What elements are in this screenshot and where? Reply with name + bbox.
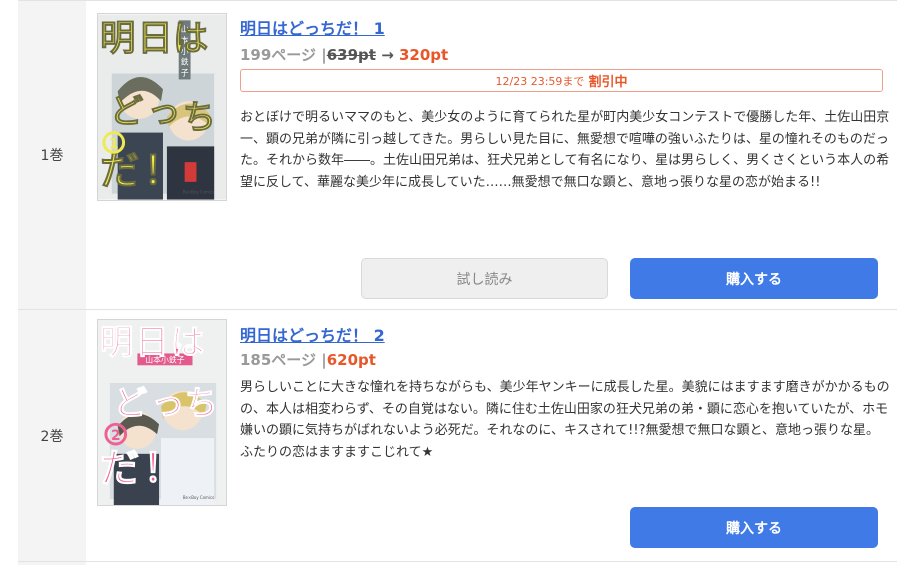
- svg-text:は: は: [173, 18, 208, 59]
- svg-text:は: は: [171, 322, 204, 361]
- book-title-link[interactable]: 明日はどっちだ！ 1: [240, 15, 385, 39]
- page-count: 199ページ: [240, 46, 317, 64]
- svg-text:ち: ち: [183, 98, 216, 137]
- sale-banner: 12/23 23:59まで 割引中: [240, 69, 883, 92]
- svg-text:Be×Boy Comics: Be×Boy Comics: [183, 495, 214, 500]
- svg-text:1: 1: [109, 136, 119, 152]
- book-cover[interactable]: 山 本 小 鉄 子 明 日 は ど っ ち だ ！ 1 Be×Boy Comic…: [97, 13, 227, 201]
- volume-row: 2巻 山本小鉄子 明 日 は ど っ ち だ ！ 2 Be×Boy Comics…: [18, 310, 897, 562]
- svg-text:ど: ど: [110, 92, 144, 131]
- svg-text:！: ！: [143, 148, 182, 194]
- svg-text:日: 日: [135, 322, 168, 361]
- volume-number: 2巻: [18, 310, 86, 561]
- svg-text:だ: だ: [100, 445, 139, 491]
- svg-text:だ: だ: [100, 148, 139, 194]
- book-cover[interactable]: 山本小鉄子 明 日 は ど っ ち だ ！ 2 Be×Boy Comics: [97, 319, 227, 506]
- svg-text:2: 2: [111, 428, 121, 444]
- book-description: 男らしいことに大きな憧れを持ちながらも、美少年ヤンキーに成長した星。美貌にはます…: [240, 380, 890, 460]
- svg-text:っ: っ: [147, 92, 180, 131]
- sale-label: 割引中: [588, 75, 628, 90]
- svg-text:明: 明: [100, 322, 133, 361]
- svg-text:ど: ど: [114, 383, 148, 422]
- sale-end-date: 12/23 23:59まで: [495, 74, 585, 88]
- book-description: おとぼけで明るいママのもと、美少女のように育てられた星が町内美少女コンテストで優…: [240, 110, 890, 190]
- cover-art: 山 本 小 鉄 子 明 日 は ど っ ち だ ！ 1 Be×Boy Comic…: [98, 14, 226, 200]
- original-price: 639pt: [326, 46, 376, 64]
- svg-text:明: 明: [100, 18, 135, 59]
- price: 620pt: [326, 351, 376, 369]
- book-title-link[interactable]: 明日はどっちだ！ 2: [240, 322, 385, 346]
- volume-row: 1巻 山 本 小 鉄 子 明 日 は ど っ ち だ ！ 1 Be×Boy Co…: [18, 0, 897, 310]
- svg-text:子: 子: [181, 68, 189, 77]
- trial-read-button[interactable]: 試し読み: [361, 258, 608, 299]
- page-count: 185ページ: [240, 351, 317, 369]
- book-meta: 185ページ |620pt: [240, 349, 376, 370]
- volume-number: 1巻: [18, 1, 86, 309]
- book-meta: 199ページ |639pt → 320pt: [240, 44, 448, 65]
- svg-text:！: ！: [143, 445, 182, 491]
- arrow-icon: →: [381, 46, 394, 64]
- svg-text:日: 日: [137, 18, 172, 59]
- svg-text:ち: ち: [185, 383, 218, 422]
- buy-button[interactable]: 購入する: [630, 507, 878, 548]
- buy-button[interactable]: 購入する: [630, 258, 878, 299]
- svg-text:Be×Boy Comics: Be×Boy Comics: [183, 190, 214, 195]
- svg-text:っ: っ: [151, 383, 184, 422]
- cover-art: 山本小鉄子 明 日 は ど っ ち だ ！ 2 Be×Boy Comics: [98, 320, 226, 505]
- sale-price: 320pt: [399, 46, 449, 64]
